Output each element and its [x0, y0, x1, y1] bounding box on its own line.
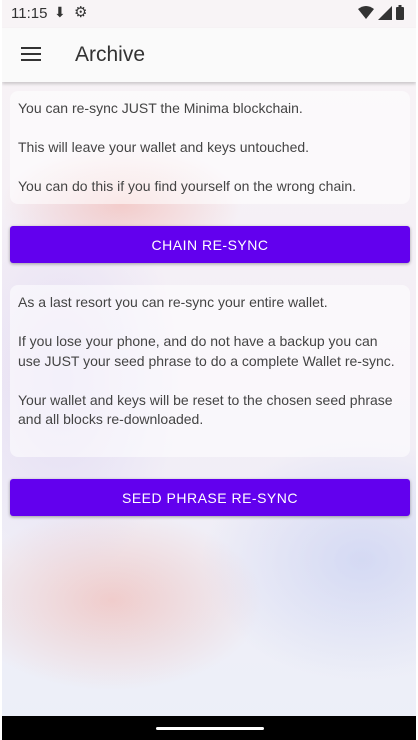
chain-resync-button[interactable]: CHAIN RE-SYNC: [10, 226, 410, 263]
app-bar: Archive: [2, 28, 416, 82]
seed-resync-card: As a last resort you can re-sync your en…: [10, 285, 410, 457]
signal-icon: [378, 5, 392, 20]
home-gesture-handle[interactable]: [156, 727, 264, 730]
wifi-icon: [358, 5, 374, 19]
battery-icon: [396, 5, 404, 20]
settings-icon: ⚙: [74, 4, 88, 21]
status-time: 11:15: [11, 5, 48, 22]
screen: 11:15 ⬇ ⚙ Archive You can re-sync JUST t…: [2, 0, 416, 740]
seed-info-line-1: As a last resort you can re-sync your en…: [18, 294, 328, 310]
seed-info-line-3: Your wallet and keys will be reset to th…: [18, 391, 393, 428]
chain-info-line-1: You can re-sync JUST the Minima blockcha…: [18, 100, 303, 116]
navigation-bar: [2, 716, 416, 740]
chain-resync-card: You can re-sync JUST the Minima blockcha…: [10, 91, 410, 204]
status-bar: 11:15 ⬇ ⚙: [2, 0, 416, 28]
menu-icon[interactable]: [21, 47, 41, 61]
seed-info-line-2: If you lose your phone, and do not have …: [18, 333, 395, 369]
status-icons: [358, 5, 404, 20]
download-icon: ⬇: [54, 4, 66, 20]
chain-info-line-2: This will leave your wallet and keys unt…: [18, 139, 310, 155]
page-title: Archive: [75, 43, 146, 66]
chain-info-line-3: You can do this if you find yourself on …: [18, 178, 357, 194]
seed-phrase-resync-button[interactable]: SEED PHRASE RE-SYNC: [10, 479, 410, 516]
